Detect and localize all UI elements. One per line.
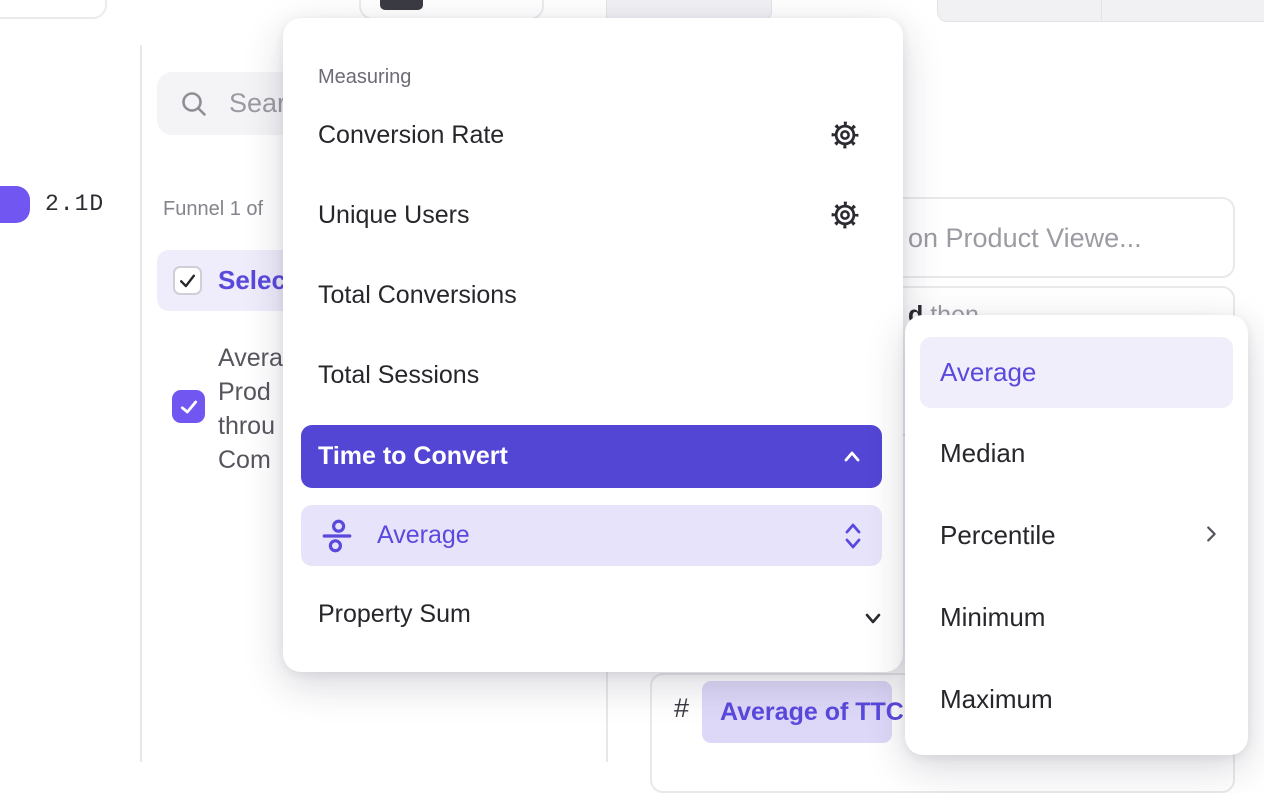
metric-selector-pill[interactable]: Average of TTC [702, 681, 892, 743]
toolbar-button-fragment[interactable] [380, 0, 423, 10]
top-left-card-fragment [0, 0, 107, 19]
menu-item-total-conversions[interactable]: Total Conversions [318, 281, 517, 310]
average-icon [320, 519, 354, 553]
menu-item-time-to-convert[interactable]: Time to Convert [301, 425, 882, 488]
header-cell-fragment-mid [937, 0, 1104, 22]
gear-icon[interactable] [831, 121, 859, 149]
menu-item-unique-users[interactable]: Unique Users [318, 201, 469, 230]
funnel-counter-label: Funnel 1 of [163, 198, 263, 221]
step-checkbox-checked[interactable] [172, 390, 205, 423]
menu-item-total-sessions[interactable]: Total Sessions [318, 361, 479, 390]
numeric-type-icon: # [674, 693, 689, 724]
header-cell-fragment-right [1101, 0, 1264, 22]
menu-item-ttc-average[interactable]: Average [301, 505, 882, 566]
measuring-dropdown: Measuring Conversion Rate Unique Users T… [283, 18, 903, 672]
top-toolbar-card-fragment [359, 0, 544, 20]
menu-item-conversion-rate[interactable]: Conversion Rate [318, 121, 504, 150]
chevron-up-icon [840, 445, 864, 469]
funnel-step-label: on Product Viewe... [908, 223, 1142, 254]
time-to-convert-label: Time to Convert [318, 442, 508, 471]
left-rail-divider [140, 45, 142, 762]
aggregation-submenu: Average Median Percentile Minimum Maximu… [905, 315, 1248, 755]
filter-checkbox-checked[interactable] [173, 266, 202, 295]
chevron-up-down-icon [842, 521, 864, 551]
gear-icon[interactable] [831, 201, 859, 229]
agg-average-label: Average [940, 357, 1036, 388]
report-badge-label: 2.1D [45, 191, 104, 217]
header-cell-fragment-left [606, 0, 772, 20]
metric-selector-label: Average of TTC [720, 698, 904, 727]
chevron-down-icon[interactable] [861, 606, 885, 630]
agg-item-percentile[interactable]: Percentile [940, 520, 1056, 551]
checkmark-icon [178, 271, 197, 290]
menu-item-property-sum[interactable]: Property Sum [318, 600, 471, 629]
measuring-header: Measuring [318, 66, 411, 89]
agg-item-median[interactable]: Median [940, 438, 1025, 469]
agg-item-maximum[interactable]: Maximum [940, 684, 1053, 715]
search-icon [179, 89, 209, 119]
agg-item-average-selected[interactable]: Average [920, 337, 1233, 408]
ttc-average-label: Average [377, 521, 470, 550]
checkmark-icon [179, 397, 199, 417]
step-description-text: Avera Prod throu Com [218, 341, 283, 477]
chevron-right-icon [1200, 523, 1222, 545]
agg-item-minimum[interactable]: Minimum [940, 602, 1045, 633]
report-color-badge[interactable] [0, 186, 30, 223]
